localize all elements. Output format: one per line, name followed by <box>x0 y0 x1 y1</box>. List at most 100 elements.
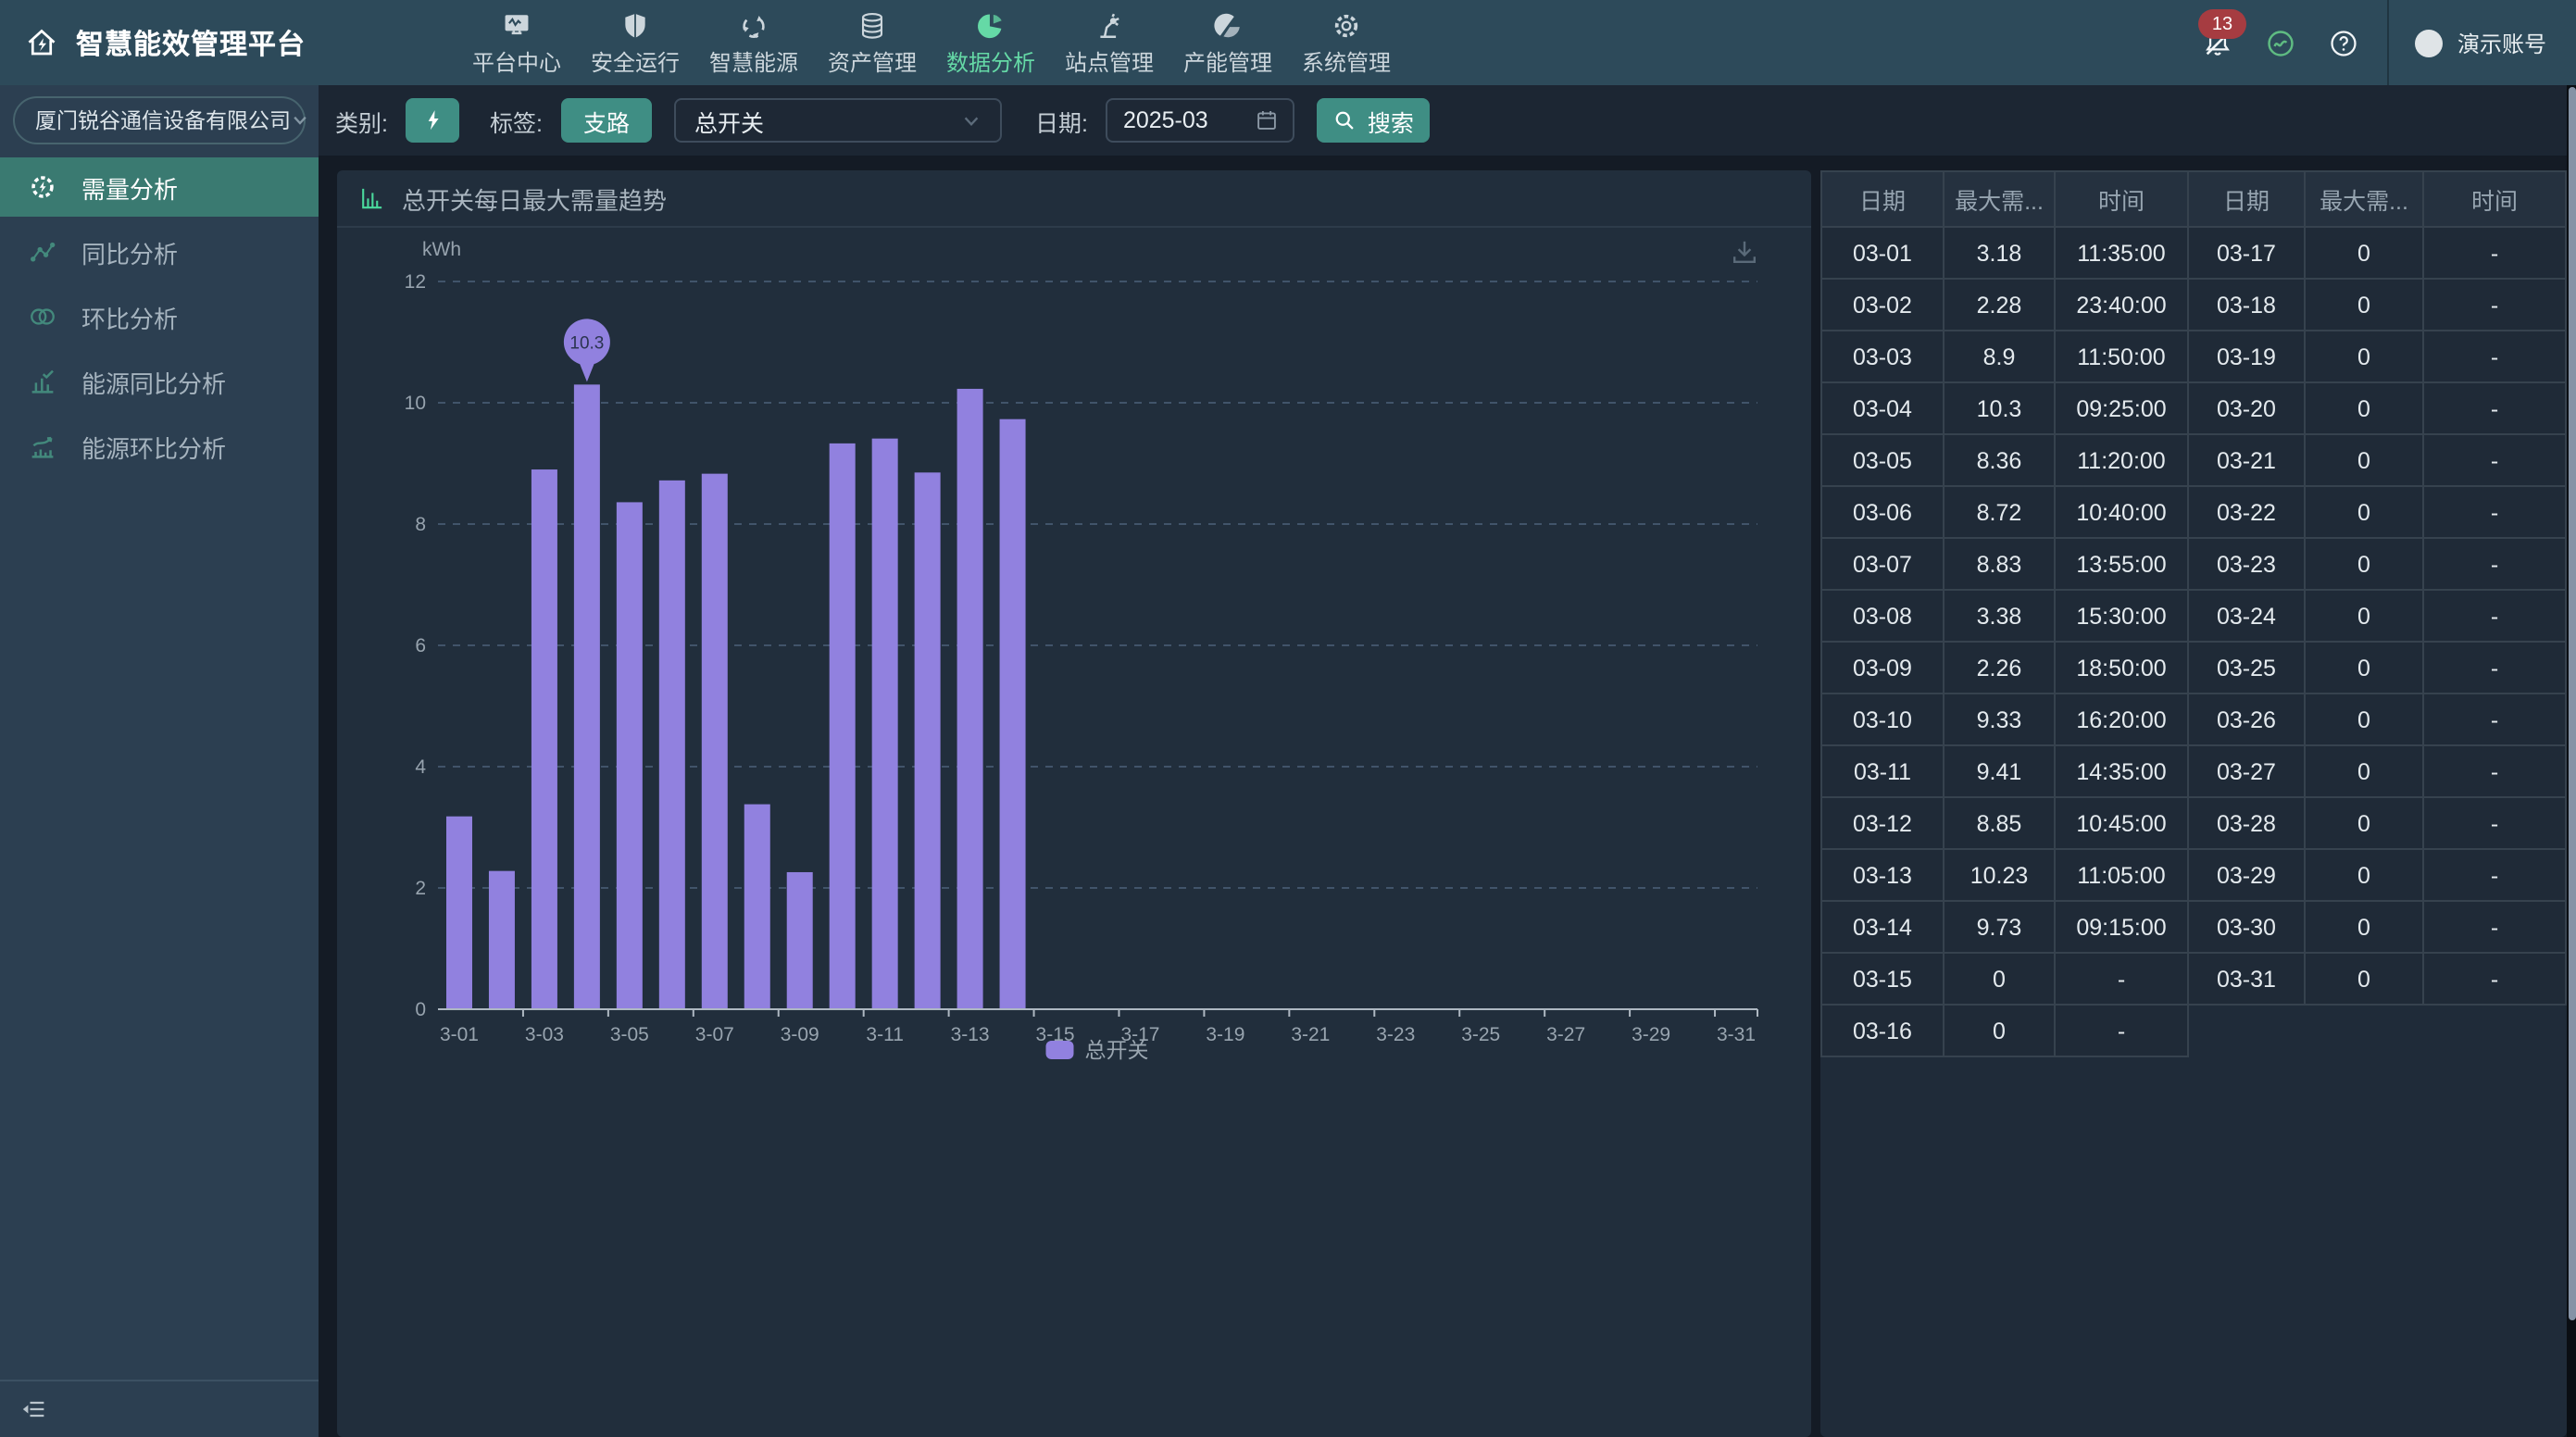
nav-menu: 平台中心安全运行智慧能源资产管理数据分析站点管理产能管理系统管理 <box>465 0 1413 85</box>
table-cell: 18:50:00 <box>2055 642 2188 694</box>
svg-text:3-09: 3-09 <box>781 1024 819 1045</box>
date-picker[interactable] <box>1107 98 1295 143</box>
nav-item-label: 系统管理 <box>1302 46 1391 78</box>
company-select[interactable]: 厦门锐谷通信设备有限公司 <box>13 96 306 144</box>
table-cell: 0 <box>2305 227 2423 279</box>
sidebar-item[interactable]: 需量分析 <box>0 157 319 217</box>
demand-table-head: 日期最大需...时间日期最大需...时间 <box>1821 171 2566 227</box>
nav-item[interactable]: 产能管理 <box>1176 0 1280 85</box>
nav-item[interactable]: 站点管理 <box>1057 0 1161 85</box>
filter-bar: 类别: 标签: 支路 总开关 日期: 搜索 <box>319 85 2567 156</box>
table-empty-cell <box>2188 1005 2566 1056</box>
table-cell: 09:25:00 <box>2055 382 2188 434</box>
nav-right: 13 演示账号 <box>2187 0 2561 85</box>
nav-item-label: 站点管理 <box>1065 46 1154 78</box>
notification-badge: 13 <box>2198 9 2246 39</box>
notification-bell-button[interactable]: 13 <box>2195 0 2243 85</box>
help-button[interactable] <box>2320 0 2369 85</box>
table-cell: 03-07 <box>1821 538 1944 590</box>
nav-divider <box>2387 0 2389 85</box>
category-electric-button[interactable] <box>406 98 460 143</box>
table-cell: 03-20 <box>2188 382 2305 434</box>
sidebar: 厦门锐谷通信设备有限公司 需量分析同比分析环比分析能源同比分析能源环比分析 <box>0 85 319 1437</box>
nav-item[interactable]: 数据分析 <box>939 0 1043 85</box>
table-cell: 03-11 <box>1821 745 1944 797</box>
nav-item[interactable]: 安全运行 <box>583 0 687 85</box>
bar-series <box>446 384 1026 1009</box>
table-row: 03-078.8313:55:0003-230- <box>1821 538 2566 590</box>
nav-item[interactable]: 系统管理 <box>1294 0 1398 85</box>
table-cell: 0 <box>2305 486 2423 538</box>
sidebar-item[interactable]: 环比分析 <box>0 287 319 346</box>
nav-item-label: 产能管理 <box>1183 46 1272 78</box>
svg-text:3-31: 3-31 <box>1717 1024 1756 1045</box>
tag-branch-button[interactable]: 支路 <box>561 98 652 143</box>
date-input[interactable] <box>1123 107 1242 133</box>
table-cell: 2.26 <box>1944 642 2055 694</box>
table-cell: 03-10 <box>1821 694 1944 745</box>
sidebar-item-label: 能源环比分析 <box>81 429 226 464</box>
table-cell: 0 <box>1944 1005 2055 1056</box>
bar <box>957 389 983 1009</box>
sidebar-item-label: 需量分析 <box>81 169 178 205</box>
table-row: 03-149.7309:15:0003-300- <box>1821 901 2566 953</box>
table-cell: 13:55:00 <box>2055 538 2188 590</box>
sidebar-item[interactable]: 同比分析 <box>0 222 319 281</box>
table-cell: 03-30 <box>2188 901 2305 953</box>
table-cell: 0 <box>2305 538 2423 590</box>
table-cell: 03-08 <box>1821 590 1944 642</box>
nav-item[interactable]: 资产管理 <box>820 0 924 85</box>
table-cell: - <box>2423 953 2566 1005</box>
table-cell: 03-29 <box>2188 849 2305 901</box>
sidebar-collapse-button[interactable] <box>0 1380 319 1437</box>
shield-icon <box>620 11 650 41</box>
table-cell: 23:40:00 <box>2055 279 2188 331</box>
table-cell: 0 <box>2305 434 2423 486</box>
scrollbar-thumb[interactable] <box>2568 87 2575 1320</box>
table-cell: 03-04 <box>1821 382 1944 434</box>
table-cell: - <box>2423 227 2566 279</box>
svg-text:3-05: 3-05 <box>610 1024 649 1045</box>
nav-item[interactable]: 平台中心 <box>465 0 569 85</box>
gauge-icon <box>2266 27 2297 58</box>
circuit-select[interactable]: 总开关 <box>674 98 1002 143</box>
table-cell: 0 <box>2305 694 2423 745</box>
table-cell: - <box>2423 694 2566 745</box>
tag-label: 标签: <box>490 103 543 138</box>
table-row: 03-068.7210:40:0003-220- <box>1821 486 2566 538</box>
table-cell: - <box>2423 331 2566 382</box>
gauge-button[interactable] <box>2257 0 2306 85</box>
nav-item-label: 资产管理 <box>828 46 917 78</box>
legend-swatch <box>1046 1041 1074 1059</box>
sidebar-item-label: 同比分析 <box>81 234 178 269</box>
app-root: 智慧能效管理平台 平台中心安全运行智慧能源资产管理数据分析站点管理产能管理系统管… <box>0 0 2576 1437</box>
svg-text:3-25: 3-25 <box>1461 1024 1500 1045</box>
table-cell: 0 <box>2305 953 2423 1005</box>
table-cell: 09:15:00 <box>2055 901 2188 953</box>
account-menu[interactable]: 演示账号 <box>2400 27 2561 58</box>
sidebar-item[interactable]: 能源同比分析 <box>0 352 319 411</box>
bar <box>659 481 685 1009</box>
bar <box>744 805 770 1009</box>
legend-label: 总开关 <box>1085 1038 1149 1062</box>
table-cell: 03-09 <box>1821 642 1944 694</box>
y-axis-labels: 024681012 <box>405 271 427 1020</box>
svg-text:10: 10 <box>405 393 426 414</box>
database-icon <box>857 11 887 41</box>
table-cell: 03-26 <box>2188 694 2305 745</box>
sidebar-item[interactable]: 能源环比分析 <box>0 417 319 476</box>
sidebar-item-label: 能源同比分析 <box>81 364 226 399</box>
search-button[interactable]: 搜索 <box>1318 98 1431 143</box>
bar <box>574 384 600 1009</box>
table-cell: - <box>2423 901 2566 953</box>
table-row: 03-038.911:50:0003-190- <box>1821 331 2566 382</box>
table-cell: - <box>2423 797 2566 849</box>
bar-chart-icon <box>359 185 385 211</box>
bar <box>830 444 856 1009</box>
nav-item[interactable]: 智慧能源 <box>702 0 806 85</box>
table-header-cell: 日期 <box>2188 171 2305 227</box>
scrollbar-track[interactable] <box>2567 85 2576 1437</box>
table-cell: 03-16 <box>1821 1005 1944 1056</box>
chart-legend[interactable]: 总开关 <box>1046 1038 1149 1062</box>
table-cell: 03-13 <box>1821 849 1944 901</box>
